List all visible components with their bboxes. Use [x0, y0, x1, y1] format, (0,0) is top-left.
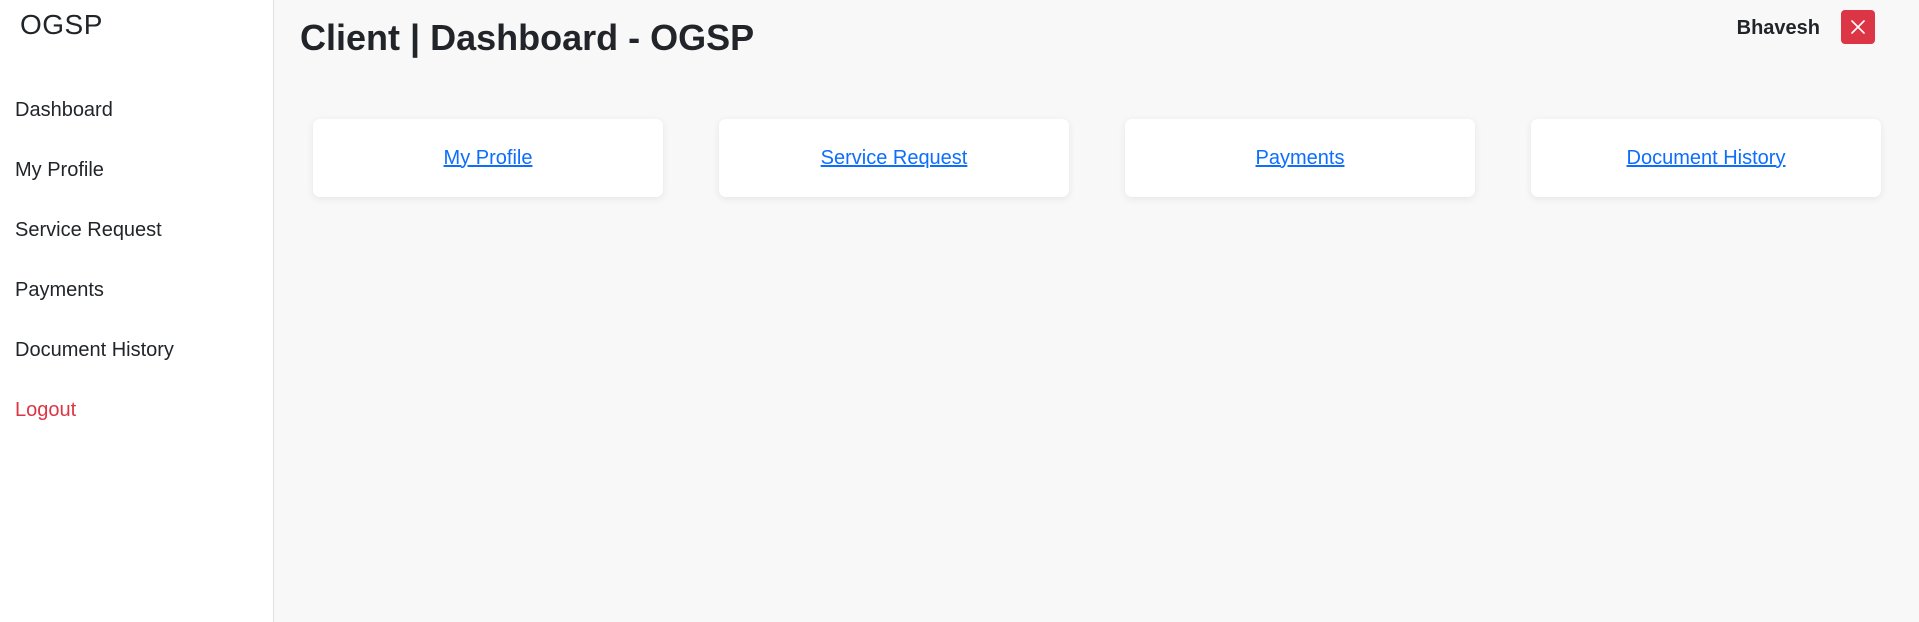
- sidebar-nav: Dashboard My Profile Service Request Pay…: [0, 80, 273, 440]
- sidebar-item-service-request[interactable]: Service Request: [0, 200, 273, 260]
- brand-logo: OGSP: [20, 9, 103, 40]
- card-payments: Payments: [1125, 119, 1475, 197]
- page-title: Client | Dashboard - OGSP: [300, 17, 755, 58]
- sidebar-item-dashboard[interactable]: Dashboard: [0, 80, 273, 140]
- card-document-history: Document History: [1531, 119, 1881, 197]
- main-content: Client | Dashboard - OGSP Bhavesh My Pro…: [275, 0, 1919, 622]
- user-name: Bhavesh: [1736, 17, 1820, 39]
- card-link-my-profile[interactable]: My Profile: [444, 147, 533, 170]
- sidebar-item-payments[interactable]: Payments: [0, 260, 273, 320]
- dashboard-cards: My Profile Service Request Payments Docu…: [313, 119, 1883, 197]
- sidebar-item-my-profile[interactable]: My Profile: [0, 140, 273, 200]
- sidebar: OGSP Dashboard My Profile Service Reques…: [0, 0, 274, 622]
- card-service-request: Service Request: [719, 119, 1069, 197]
- card-link-payments[interactable]: Payments: [1256, 147, 1345, 170]
- app-window: OGSP Dashboard My Profile Service Reques…: [0, 0, 1919, 622]
- close-button[interactable]: [1841, 10, 1875, 44]
- card-link-document-history[interactable]: Document History: [1627, 147, 1786, 170]
- sidebar-item-document-history[interactable]: Document History: [0, 320, 273, 380]
- close-icon: [1851, 20, 1865, 34]
- sidebar-item-logout[interactable]: Logout: [0, 380, 273, 440]
- card-link-service-request[interactable]: Service Request: [821, 147, 968, 170]
- card-my-profile: My Profile: [313, 119, 663, 197]
